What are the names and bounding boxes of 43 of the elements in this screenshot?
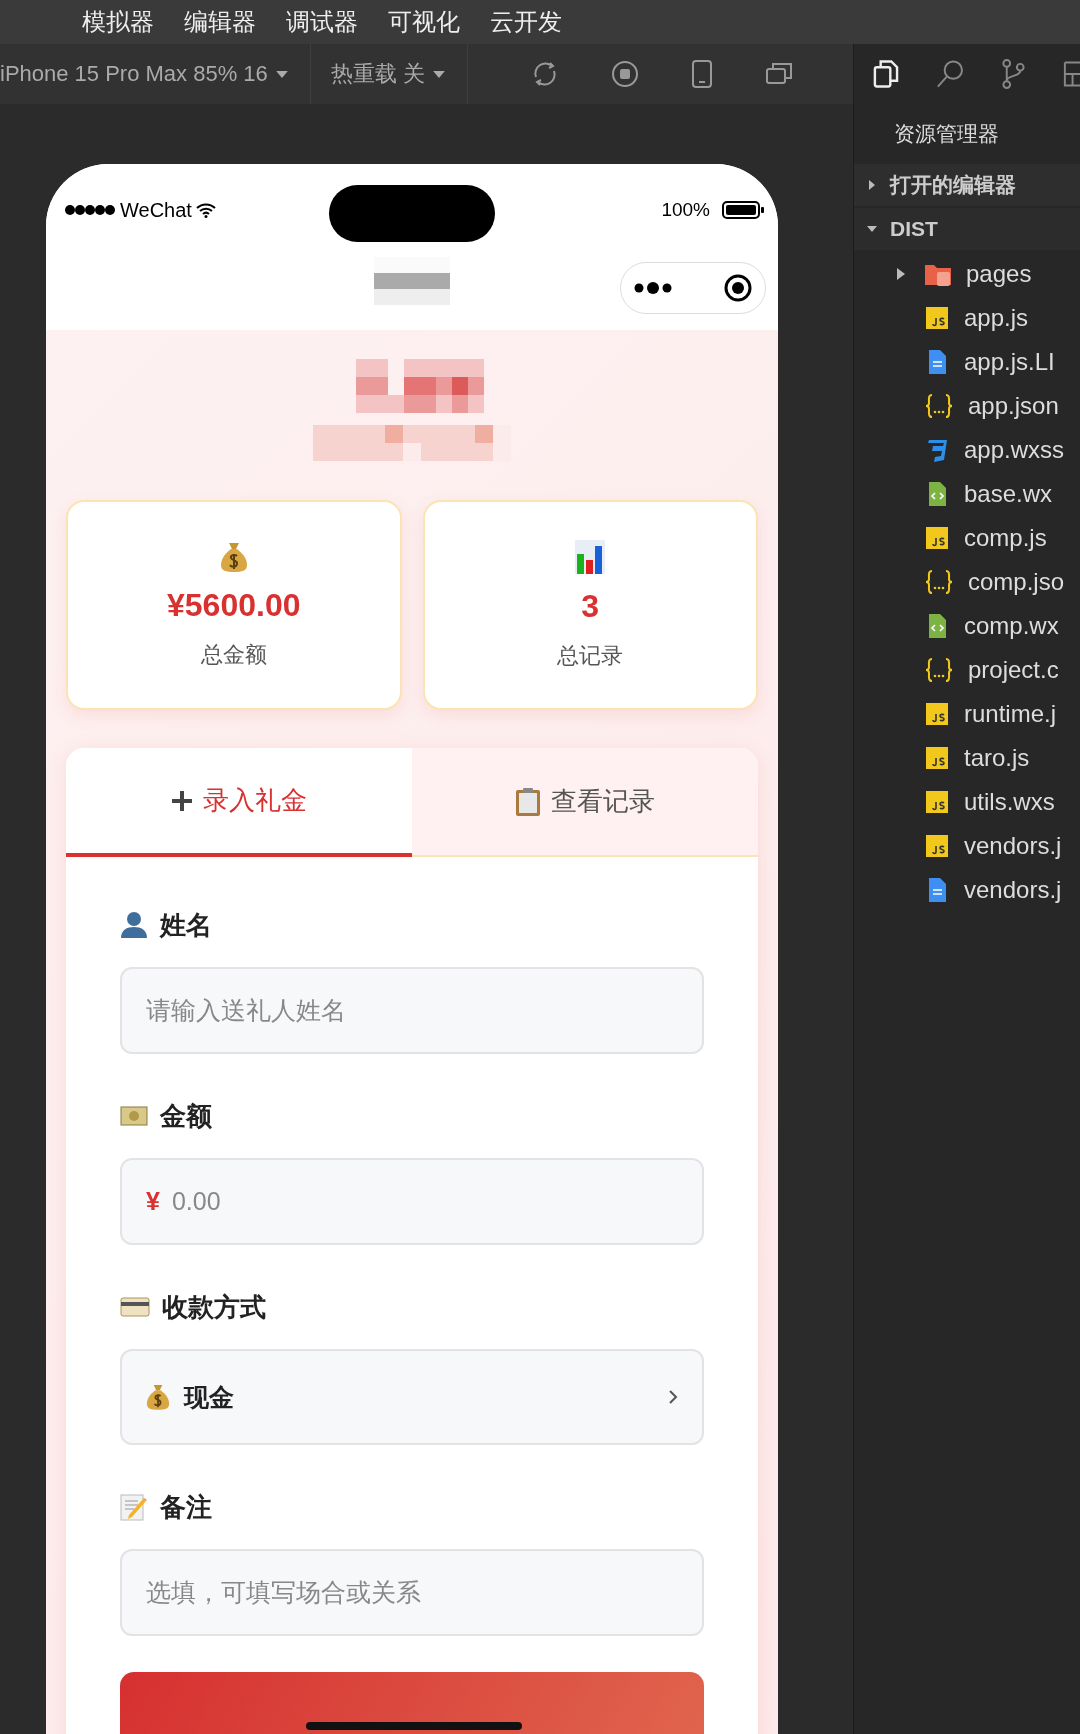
file-tree-item[interactable]: app.json <box>854 384 1080 428</box>
explorer-section-header[interactable]: 打开的编辑器 <box>854 164 1080 206</box>
field-label: 收款方式 <box>162 1290 266 1324</box>
file-tree-item[interactable]: utils.wxs <box>854 780 1080 824</box>
file-tree-item[interactable]: comp.jso <box>854 560 1080 604</box>
file-tree-item[interactable]: runtime.j <box>854 692 1080 736</box>
explorer-title: 资源管理器 <box>893 121 1000 147</box>
menu-item[interactable]: 模拟器 <box>82 6 154 38</box>
file-tree-item[interactable]: app.js <box>854 296 1080 340</box>
menu-item[interactable]: 调试器 <box>286 6 358 38</box>
field-label: 备注 <box>160 1490 212 1524</box>
hot-reload-dropdown[interactable]: 热重载 关 <box>330 59 467 89</box>
file-tree-item[interactable]: vendors.j <box>854 868 1080 912</box>
file-tree-item[interactable]: comp.wx <box>854 604 1080 648</box>
file-tree-item[interactable]: app.js.LI <box>854 340 1080 384</box>
stat-label: 总金额 <box>200 640 267 669</box>
text-input[interactable]: 请输入送礼人姓名 <box>120 967 704 1054</box>
file-tree-item[interactable]: comp.js <box>854 516 1080 560</box>
amount-input[interactable]: 0.00 <box>171 1181 678 1222</box>
stat-value: ¥5600.00 <box>167 586 301 624</box>
field-label: 金额 <box>160 1099 212 1133</box>
battery-percent: 100% <box>661 199 710 221</box>
device-dropdown[interactable]: iPhone 15 Pro Max 85% 16 <box>0 61 310 87</box>
tab[interactable]: 录入礼金 <box>66 748 412 857</box>
menu-item[interactable]: 云开发 <box>490 6 562 38</box>
file-tree-item[interactable]: base.wx <box>854 472 1080 516</box>
explorer-section-header[interactable]: DIST <box>854 208 1080 250</box>
text-input[interactable]: 选填，可填写场合或关系 <box>120 1549 704 1636</box>
menu-item[interactable]: 可视化 <box>388 6 460 38</box>
carrier-name: WeChat <box>120 198 192 222</box>
payment-method-select[interactable]: 现金 <box>120 1349 704 1445</box>
file-tree-item[interactable]: project.c <box>854 648 1080 692</box>
amount-field[interactable]: ¥ 0.00 <box>120 1158 704 1245</box>
menu-item[interactable]: 编辑器 <box>184 6 256 38</box>
currency-symbol: ¥ <box>146 1187 160 1216</box>
file-tree-item[interactable]: pages <box>854 252 1080 296</box>
file-tree-item[interactable]: app.wxss <box>854 428 1080 472</box>
file-tree-item[interactable]: taro.js <box>854 736 1080 780</box>
stat-value: 3 <box>581 587 600 625</box>
stat-label: 总记录 <box>557 641 624 670</box>
field-label: 姓名 <box>160 908 212 942</box>
tab[interactable]: 查看记录 <box>412 748 758 855</box>
file-tree-item[interactable]: vendors.j <box>854 824 1080 868</box>
